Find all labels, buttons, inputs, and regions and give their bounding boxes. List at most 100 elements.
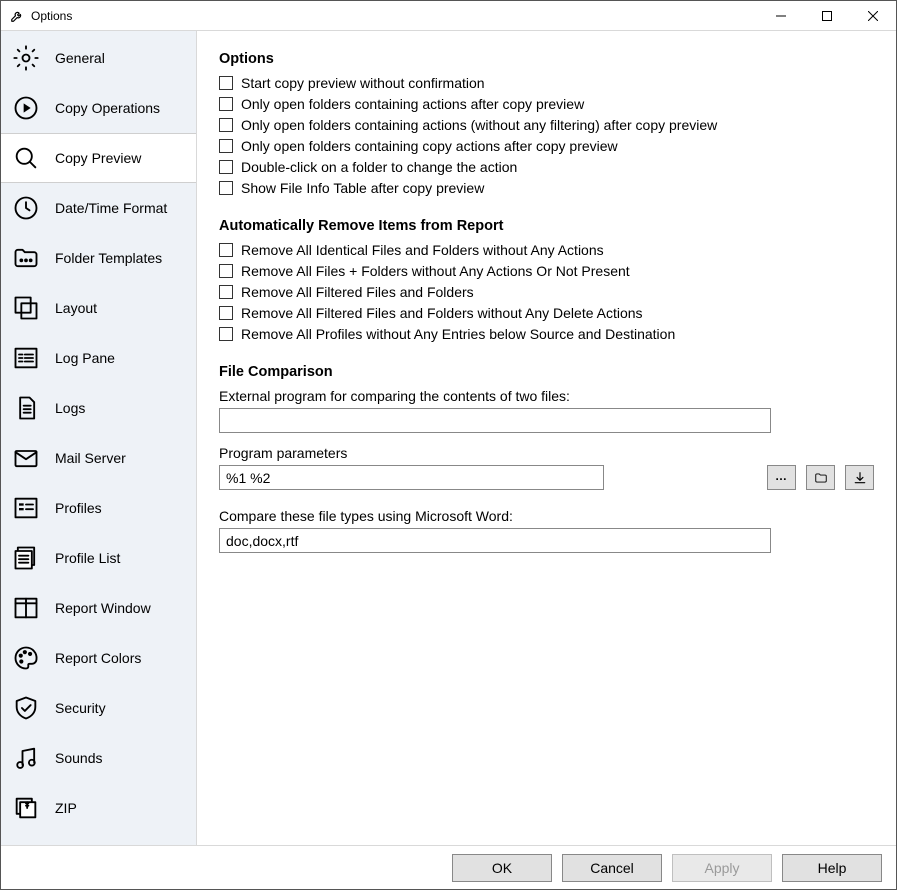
program-params-input[interactable] (219, 465, 604, 490)
sidebar-item-sounds[interactable]: Sounds (1, 733, 196, 783)
sidebar-item-profile-list[interactable]: Profile List (1, 533, 196, 583)
maximize-button[interactable] (804, 1, 850, 31)
sidebar-item-logs[interactable]: Logs (1, 383, 196, 433)
program-params-label: Program parameters (219, 445, 604, 461)
option-check-label: Only open folders containing actions aft… (241, 96, 584, 112)
wrench-icon (9, 8, 25, 24)
option-check-row: Double-click on a folder to change the a… (219, 159, 874, 175)
browse-button[interactable] (806, 465, 835, 490)
sidebar-item-mail-server[interactable]: Mail Server (1, 433, 196, 483)
profile-list-icon (11, 543, 41, 573)
autoremove-check-checkbox-1[interactable] (219, 264, 233, 278)
mail-server-icon (11, 443, 41, 473)
option-check-checkbox-2[interactable] (219, 118, 233, 132)
autoremove-check-row: Remove All Filtered Files and Folders (219, 284, 874, 300)
autoremove-check-row: Remove All Files + Folders without Any A… (219, 263, 874, 279)
autoremove-check-checkbox-2[interactable] (219, 285, 233, 299)
autoremove-check-row: Remove All Identical Files and Folders w… (219, 242, 874, 258)
option-check-row: Show File Info Table after copy preview (219, 180, 874, 196)
general-icon (11, 43, 41, 73)
autoremove-check-checkbox-4[interactable] (219, 327, 233, 341)
option-check-checkbox-1[interactable] (219, 97, 233, 111)
section-title-options: Options (219, 51, 874, 67)
word-types-label: Compare these file types using Microsoft… (219, 508, 874, 524)
autoremove-check-checkbox-3[interactable] (219, 306, 233, 320)
ellipsis-icon: … (775, 469, 788, 483)
sidebar-item-label: Mail Server (55, 450, 126, 466)
sidebar-item-label: Security (55, 700, 106, 716)
autoremove-check-checkbox-0[interactable] (219, 243, 233, 257)
option-check-label: Double-click on a folder to change the a… (241, 159, 517, 175)
sidebar-item-general[interactable]: General (1, 33, 196, 83)
download-icon (853, 471, 867, 485)
sidebar-item-label: Copy Operations (55, 100, 160, 116)
ok-button[interactable]: OK (452, 854, 552, 882)
sidebar-item-label: Log Pane (55, 350, 115, 366)
insert-token-button[interactable]: … (767, 465, 796, 490)
help-button[interactable]: Help (782, 854, 882, 882)
section-title-filecompare: File Comparison (219, 364, 874, 380)
option-check-label: Show File Info Table after copy preview (241, 180, 484, 196)
main-area: General Copy Operations Copy Preview Date/T… (1, 31, 896, 845)
option-check-row: Only open folders containing actions aft… (219, 96, 874, 112)
option-check-label: Start copy preview without confirmation (241, 75, 485, 91)
autoremove-check-label: Remove All Identical Files and Folders w… (241, 242, 604, 258)
option-check-checkbox-4[interactable] (219, 160, 233, 174)
sidebar-item-datetime-format[interactable]: Date/Time Format (1, 183, 196, 233)
autoremove-check-label: Remove All Profiles without Any Entries … (241, 326, 675, 342)
zip-icon (11, 793, 41, 823)
sidebar-item-report-colors[interactable]: Report Colors (1, 633, 196, 683)
option-check-label: Only open folders containing actions (wi… (241, 117, 717, 133)
external-program-label: External program for comparing the conte… (219, 388, 874, 404)
option-check-checkbox-3[interactable] (219, 139, 233, 153)
option-check-checkbox-5[interactable] (219, 181, 233, 195)
content-panel: Options Start copy preview without confi… (197, 31, 896, 845)
cancel-button[interactable]: Cancel (562, 854, 662, 882)
sidebar-item-label: Report Colors (55, 650, 141, 666)
sidebar-item-label: Folder Templates (55, 250, 162, 266)
sidebar-item-zip[interactable]: ZIP (1, 783, 196, 833)
report-colors-icon (11, 643, 41, 673)
autoremove-check-label: Remove All Filtered Files and Folders wi… (241, 305, 643, 321)
sidebar-item-copy-operations[interactable]: Copy Operations (1, 83, 196, 133)
sidebar-item-layout[interactable]: Layout (1, 283, 196, 333)
autoremove-check-label: Remove All Filtered Files and Folders (241, 284, 474, 300)
option-check-row: Only open folders containing actions (wi… (219, 117, 874, 133)
copy-operations-icon (11, 93, 41, 123)
sidebar-item-label: General (55, 50, 105, 66)
sidebar-item-label: Date/Time Format (55, 200, 167, 216)
autoremove-check-label: Remove All Files + Folders without Any A… (241, 263, 630, 279)
window-title: Options (31, 9, 758, 23)
sidebar-item-copy-preview[interactable]: Copy Preview (1, 133, 196, 183)
sounds-icon (11, 743, 41, 773)
folder-templates-icon (11, 243, 41, 273)
sidebar-item-label: Copy Preview (55, 150, 141, 166)
download-button[interactable] (845, 465, 874, 490)
sidebar-item-report-window[interactable]: Report Window (1, 583, 196, 633)
word-types-input[interactable] (219, 528, 771, 553)
sidebar-item-label: Report Window (55, 600, 151, 616)
autoremove-check-row: Remove All Profiles without Any Entries … (219, 326, 874, 342)
option-check-label: Only open folders containing copy action… (241, 138, 618, 154)
sidebar-item-folder-templates[interactable]: Folder Templates (1, 233, 196, 283)
option-check-checkbox-0[interactable] (219, 76, 233, 90)
folder-icon (813, 471, 829, 485)
sidebar-item-label: Layout (55, 300, 97, 316)
option-check-row: Only open folders containing copy action… (219, 138, 874, 154)
sidebar-item-label: Logs (55, 400, 85, 416)
sidebar-item-log-pane[interactable]: Log Pane (1, 333, 196, 383)
external-program-input[interactable] (219, 408, 771, 433)
report-window-icon (11, 593, 41, 623)
minimize-button[interactable] (758, 1, 804, 31)
sidebar-item-security[interactable]: Security (1, 683, 196, 733)
footer: OK Cancel Apply Help (1, 845, 896, 889)
copy-preview-icon (11, 143, 41, 173)
logs-icon (11, 393, 41, 423)
sidebar-item-profiles[interactable]: Profiles (1, 483, 196, 533)
security-icon (11, 693, 41, 723)
sidebar: General Copy Operations Copy Preview Date/T… (1, 31, 197, 845)
sidebar-item-label: Profile List (55, 550, 120, 566)
close-button[interactable] (850, 1, 896, 31)
apply-button: Apply (672, 854, 772, 882)
log-pane-icon (11, 343, 41, 373)
